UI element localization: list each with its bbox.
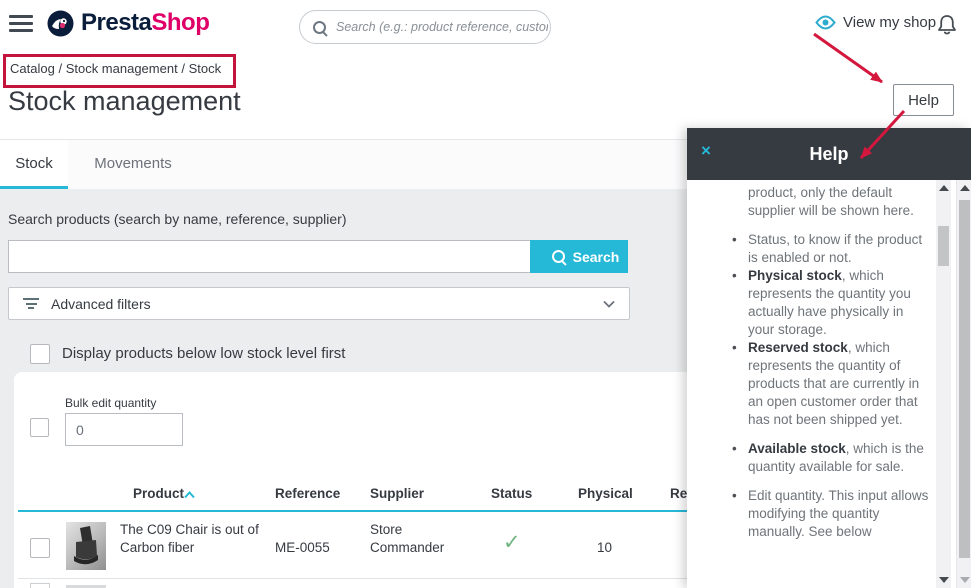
prestashop-logo-text: PrestaShop: [81, 9, 209, 37]
column-header-status[interactable]: Status: [491, 486, 532, 501]
page-title: Stock management: [8, 86, 241, 117]
help-item: product, only the default supplier will …: [748, 184, 929, 220]
sort-ascending-icon[interactable]: [184, 491, 195, 499]
menu-hamburger-icon[interactable]: [9, 15, 33, 33]
cell-supplier: Store Commander: [370, 521, 470, 557]
help-panel-scrollbar[interactable]: [956, 180, 971, 588]
search-button[interactable]: Search: [530, 240, 628, 273]
row-checkbox[interactable]: [30, 538, 50, 558]
breadcrumb-stock-management[interactable]: Stock management: [66, 61, 178, 76]
prestashop-logo-icon: [47, 10, 74, 37]
tab-movements[interactable]: Movements: [78, 140, 188, 186]
low-stock-label: Display products below low stock level f…: [62, 345, 345, 362]
help-item: Reserved stock, which represents the qua…: [748, 339, 929, 429]
cell-product-name[interactable]: The C09 Chair is out of Carbon fiber: [120, 521, 270, 557]
help-item: Status, to know if the product is enable…: [748, 231, 929, 267]
scroll-up-arrow-icon[interactable]: [939, 185, 949, 191]
help-content-scrollbar[interactable]: [936, 180, 951, 588]
search-products-label: Search products (search by name, referen…: [8, 211, 347, 227]
filter-icon: [23, 296, 39, 312]
close-icon[interactable]: ×: [701, 142, 711, 159]
top-bar: PrestaShop View my shop: [0, 0, 971, 50]
product-search-group: Search: [8, 240, 628, 273]
breadcrumb: Catalog / Stock management / Stock: [10, 61, 221, 76]
help-panel-content: product, only the default supplier will …: [687, 180, 936, 588]
bulk-edit-quantity-label: Bulk edit quantity: [65, 396, 156, 410]
global-search-box: [299, 10, 551, 44]
cell-physical-quantity: 10: [597, 539, 612, 557]
product-search-input[interactable]: [8, 240, 530, 273]
scroll-down-arrow-icon[interactable]: [939, 577, 949, 583]
breadcrumb-separator: /: [58, 61, 62, 76]
help-item: Available stock, which is the quantity a…: [748, 440, 929, 476]
bulk-select-all-checkbox[interactable]: [30, 418, 49, 437]
product-thumbnail: [66, 522, 106, 570]
column-header-reference[interactable]: Reference: [275, 486, 340, 501]
tab-stock[interactable]: Stock: [0, 140, 68, 190]
help-panel-title: Help: [809, 144, 848, 165]
help-panel: × Help product, only the default supplie…: [687, 128, 971, 588]
eye-icon: [815, 15, 836, 30]
scroll-down-arrow-icon[interactable]: [960, 577, 970, 583]
search-icon: [552, 250, 565, 263]
chevron-down-icon: [603, 300, 615, 308]
scroll-up-arrow-icon[interactable]: [960, 185, 970, 191]
scrollbar-thumb[interactable]: [938, 226, 949, 266]
next-row-checkbox[interactable]: [30, 583, 50, 588]
prestashop-admin-window: PrestaShop View my shop Catalog / Sto: [0, 0, 971, 588]
low-stock-checkbox[interactable]: [30, 344, 50, 364]
global-search-input[interactable]: [334, 19, 550, 35]
notifications-bell-icon[interactable]: [936, 13, 958, 37]
search-icon: [313, 21, 326, 34]
column-header-product[interactable]: Product: [133, 486, 184, 501]
advanced-filters-label: Advanced filters: [51, 296, 603, 312]
view-my-shop-link[interactable]: View my shop: [815, 14, 936, 31]
breadcrumb-stock[interactable]: Stock: [189, 61, 222, 76]
column-header-physical[interactable]: Physical: [578, 486, 633, 501]
help-item: Edit quantity. This input allows modifyi…: [748, 487, 929, 541]
breadcrumb-catalog[interactable]: Catalog: [10, 61, 55, 76]
breadcrumb-separator: /: [181, 61, 185, 76]
help-panel-header: × Help: [687, 128, 971, 180]
help-button[interactable]: Help: [893, 84, 954, 116]
advanced-filters-toggle[interactable]: Advanced filters: [8, 287, 630, 320]
status-enabled-check-icon: ✓: [503, 530, 521, 555]
bulk-edit-quantity-input[interactable]: [65, 413, 183, 446]
prestashop-logo[interactable]: PrestaShop: [47, 9, 209, 37]
view-my-shop-label: View my shop: [843, 14, 936, 31]
cell-reference: ME-0055: [275, 539, 330, 557]
column-header-supplier[interactable]: Supplier: [370, 486, 424, 501]
scrollbar-thumb[interactable]: [959, 200, 970, 558]
help-item: Physical stock, which represents the qua…: [748, 267, 929, 339]
